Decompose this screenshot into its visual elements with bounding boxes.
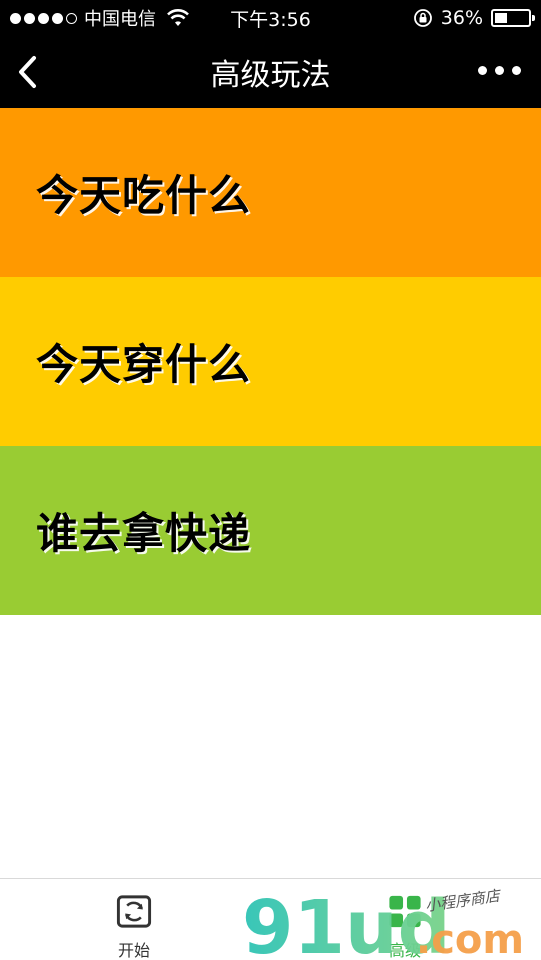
tab-label: 开始	[117, 941, 150, 960]
page-title: 高级玩法	[210, 58, 331, 93]
option-label: 今天吃什么	[36, 171, 252, 220]
rotation-lock-icon	[413, 9, 432, 27]
tab-bar: 开始 高级	[0, 878, 541, 960]
grid-squares-icon	[389, 895, 421, 928]
navigation-bar: 高级玩法	[0, 36, 541, 108]
option-label: 谁去拿快递	[36, 509, 252, 558]
tab-advanced[interactable]: 高级	[345, 879, 465, 960]
option-what-to-wear[interactable]: 今天穿什么	[0, 277, 541, 446]
status-right: 36%	[413, 0, 535, 36]
battery-icon	[491, 9, 535, 27]
battery-fill	[495, 13, 507, 23]
refresh-frame-icon	[116, 895, 152, 928]
status-bar: 中国电信 下午3:56 36%	[0, 0, 541, 36]
more-dots-icon[interactable]	[478, 66, 521, 75]
battery-percent: 36%	[440, 7, 483, 29]
tab-start[interactable]: 开始	[74, 879, 194, 960]
option-label: 今天穿什么	[36, 340, 252, 389]
option-who-gets-package[interactable]: 谁去拿快递	[0, 446, 541, 615]
option-what-to-eat[interactable]: 今天吃什么	[0, 108, 541, 277]
app-screen: 中国电信 下午3:56 36% 高级玩法 今天吃什么 今天穿什么 谁去拿快递 开…	[0, 0, 541, 960]
tab-label: 高级	[388, 941, 421, 960]
